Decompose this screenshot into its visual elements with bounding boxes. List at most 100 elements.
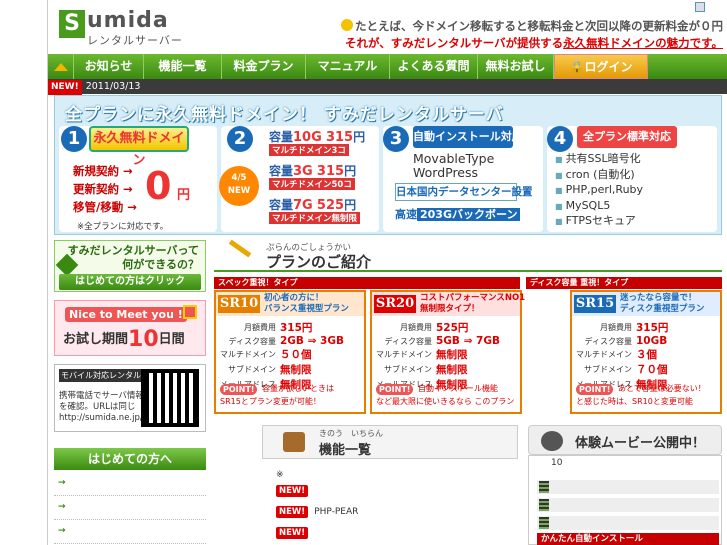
feature-row[interactable]: NEW! PHP-PEAR — [276, 506, 358, 518]
plan-note: など最大限に使いきるなら このプラン — [376, 397, 515, 406]
list-item: 共有SSL暗号化 — [555, 152, 643, 168]
feature-auto-install: 3 自動インストール対応 MovableType WordPress 日本国内デ… — [383, 126, 543, 232]
beginner-heading[interactable]: はじめての方へ — [54, 448, 206, 470]
list-item: MySQL5 — [555, 199, 643, 215]
point-badge: POINT! — [576, 384, 614, 395]
trial-banner[interactable]: Nice to Meet you ! お試し期間10日間 — [54, 300, 206, 356]
plan-card-sr20[interactable]: SR20 コストパフォーマンスNO1 無制限タイプ！ 月額費用 525円 ディスク容… — [370, 290, 525, 414]
login-label: ログイン — [584, 60, 633, 74]
feature-number: 4 — [547, 126, 573, 152]
trial-tag: Nice to Meet you ! — [65, 307, 187, 322]
plan-row: 容量10G 315円 — [269, 130, 366, 145]
home-icon — [53, 62, 68, 71]
feature-number: 2 — [227, 126, 253, 152]
movie-count: 10 — [551, 458, 563, 468]
feature-number: 1 — [61, 126, 87, 152]
new-badge: NEW! — [276, 506, 309, 518]
free-domain-tag: 永久無料ドメイン — [89, 126, 189, 168]
row-new: 新規契約 → — [73, 164, 133, 178]
beginner-link[interactable]: → — [54, 520, 206, 544]
beginner-link[interactable]: → — [54, 496, 206, 520]
hero-banner[interactable]: 全プランに永久無料ドメイン！ すみだレンタルサーバ 1 永久無料ドメイン 新規契… — [54, 95, 722, 235]
feature-row[interactable]: NEW! — [276, 485, 314, 497]
plans-title: プランのご紹介 — [266, 253, 372, 271]
nav-faq[interactable]: よくある質問 — [390, 54, 478, 79]
zero-price: 0 — [145, 164, 172, 208]
new-badge: NEW! — [276, 485, 309, 497]
point-badge: POINT! — [220, 384, 258, 395]
feature-plans: 2 4/5 NEW 容量10G 315円 マルチドメイン3コ 容量3G 315円… — [219, 126, 379, 232]
new-badge: 4/5 NEW — [219, 166, 259, 206]
trial-period: お試し期間10日間 — [63, 327, 185, 352]
free-domain-note: ※全プランに対応です。 — [77, 222, 169, 232]
plan-code: SR10 — [218, 295, 260, 313]
plan-card-sr10[interactable]: SR10 初心者の方に！ バランス重視型プラン 月額費用 315円 ディスク容量 2G… — [214, 290, 366, 414]
nav-login[interactable]: 🔒ログイン — [554, 54, 648, 79]
backbone-label: 高速 203Gバックボーン — [395, 206, 521, 222]
plan-note: SR15とプラン変更が可能！ — [220, 397, 321, 406]
auto-install-tag: 自動インストール対応 — [413, 126, 523, 148]
standard-tag: 全プラン標準対応 — [577, 126, 677, 148]
plan-row: 容量7G 525円 — [269, 198, 357, 213]
plan-note: 容量が欲しいときは — [262, 384, 334, 393]
main-nav: お知らせ 機能一覧 料金プラン マニュアル よくある質問 無料お試し 🔒ログイン — [48, 54, 727, 79]
datacenter-label: 日本国内データセンター設置 — [395, 183, 533, 201]
list-item: cron (自動化) — [555, 168, 643, 184]
page: S umida レンタルサーバー たとえば、今ドメイン移転すると移転料金と次回以… — [47, 0, 727, 545]
app-movabletype: MovableType — [413, 151, 495, 166]
lightbulb-icon — [341, 19, 353, 31]
movie-item[interactable] — [537, 516, 719, 530]
mobile-banner[interactable]: モバイル対応レンタルサーバ 携帯電話でサーバ情報 を確認。URLは同じ http:/… — [54, 364, 206, 432]
news-date[interactable]: 2011/03/13 — [86, 81, 141, 92]
yen-unit: 円 — [177, 188, 191, 203]
film-icon — [539, 499, 549, 511]
feature-free-domain: 1 永久無料ドメイン 新規契約 → 更新契約 → 移管/移動 → 0 円 ※全プ… — [59, 126, 217, 232]
movie-caption[interactable]: かんたん自動インストール — [537, 533, 719, 545]
plan-catch: コストパフォーマンスNO1 無制限タイプ！ — [420, 293, 526, 314]
movie-item[interactable] — [537, 480, 719, 494]
tagline: たとえば、今ドメイン移転すると移転料金と次回以降の更新料金が０円 それが、すみだ… — [341, 18, 723, 52]
plan-code: SR15 — [574, 295, 616, 313]
news-bar: NEW! 2011/03/13 — [48, 79, 727, 95]
tagline-highlight: 永久無料ドメインの魅力です。 — [563, 36, 723, 50]
mobile-desc: 携帯電話でサーバ情報 を確認。URLは同じ http://sumida.ne.jp/ — [59, 391, 144, 423]
news-new-badge: NEW! — [48, 80, 82, 95]
plan-note: 自動インストール機能 — [418, 384, 498, 393]
nav-free-trial[interactable]: 無料お試し — [478, 54, 554, 79]
sitemap-icon[interactable] — [695, 2, 705, 12]
plan-header: SR20 コストパフォーマンスNO1 無制限タイプ！ — [372, 292, 525, 316]
feature-row[interactable]: NEW! — [276, 527, 314, 539]
plan-spec-table: 月額費用 525円 ディスク容量 5GB ⇒ 7GB マルチドメイン 無制限 サブドメ… — [376, 322, 500, 391]
logo-sub: レンタルサーバー — [87, 34, 183, 47]
beginner-link[interactable]: → — [54, 472, 206, 496]
plan-card-sr15[interactable]: SR15 迷ったなら容量で！ ディスク重視型プラン 月額費用 315円 ディスク容量… — [570, 290, 722, 414]
row-renew: 更新契約 → — [73, 182, 133, 196]
movie-item[interactable] — [537, 498, 719, 512]
tagline-line1: たとえば、今ドメイン移転すると移転料金と次回以降の更新料金が０円 — [355, 19, 723, 33]
plan-sub: マルチドメイン無制限 — [269, 212, 361, 224]
feature-standard: 4 全プラン標準対応 共有SSL暗号化 cron (自動化) PHP,perl,… — [547, 126, 717, 232]
pencil-icon — [228, 239, 252, 258]
nav-pricing[interactable]: 料金プラン — [222, 54, 306, 79]
arrow-icon: → — [58, 526, 66, 536]
beginner-click-button[interactable]: はじめての方はクリック — [59, 274, 201, 290]
features-kana: きのう いちらん — [319, 429, 383, 438]
nav-news[interactable]: お知らせ — [74, 54, 144, 79]
plan-row: 容量3G 315円 — [269, 164, 357, 179]
nav-features[interactable]: 機能一覧 — [144, 54, 222, 79]
logo[interactable]: S umida レンタルサーバー — [59, 8, 229, 47]
nav-manual[interactable]: マニュアル — [306, 54, 390, 79]
point-badge: POINT! — [376, 384, 414, 395]
standard-list: 共有SSL暗号化 cron (自動化) PHP,perl,Ruby MySQL5… — [555, 152, 643, 230]
plan-spec-table: 月額費用 315円 ディスク容量 10GB マルチドメイン ３個 サブドメイン ７０個 … — [576, 322, 669, 391]
features-title: 機能一覧 — [319, 443, 372, 458]
row-transfer: 移管/移動 → — [73, 200, 137, 214]
plan-note: と感じた時は、SR10と変更可能 — [576, 397, 693, 406]
app-list: MovableType WordPress — [413, 152, 494, 180]
nav-home[interactable] — [48, 54, 74, 79]
what-can-it-do-banner[interactable]: すみだレンタルサーバって 何ができるの？ はじめての方はクリック — [54, 240, 206, 292]
logo-letter: S — [59, 10, 85, 38]
toolbox-icon — [283, 432, 305, 452]
plan-catch: 迷ったなら容量で！ ディスク重視型プラン — [620, 293, 705, 314]
list-item: PHP,perl,Ruby — [555, 183, 643, 199]
